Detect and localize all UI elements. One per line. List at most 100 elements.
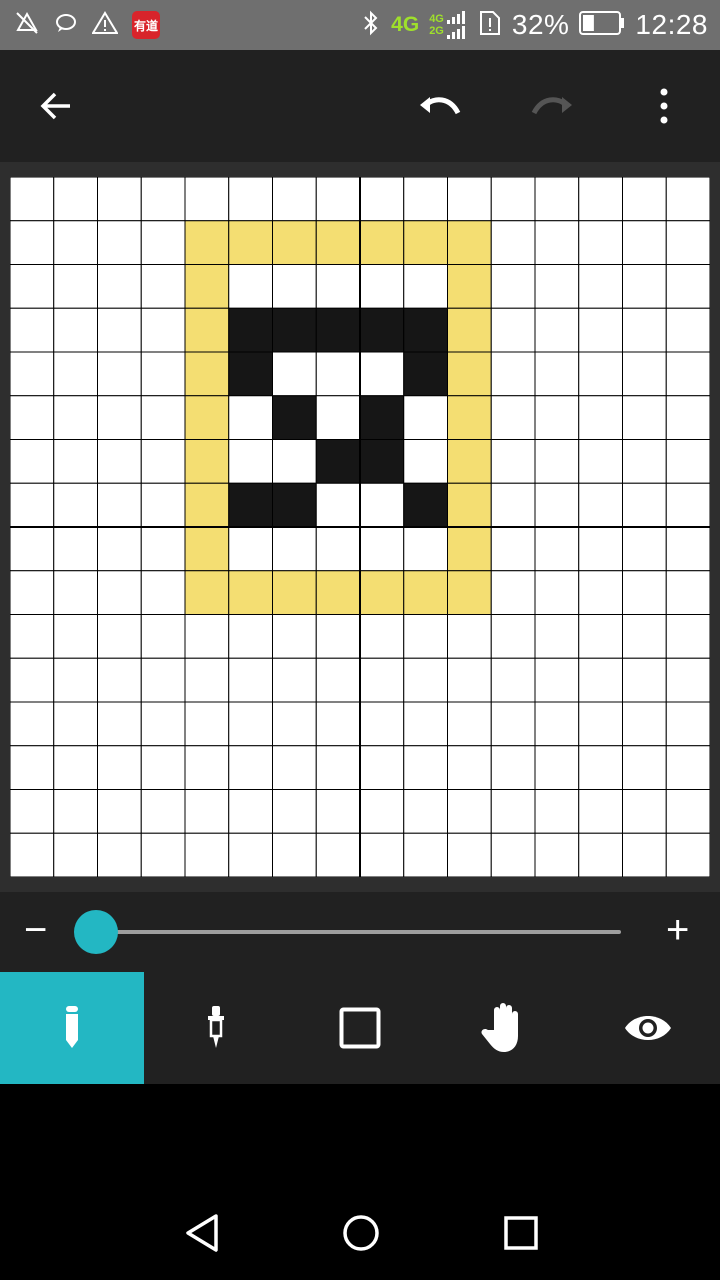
pixel-cell[interactable] [665, 657, 710, 703]
pixel-cell[interactable] [578, 220, 623, 265]
pixel-cell[interactable] [184, 657, 230, 703]
pixel-cell[interactable] [665, 395, 710, 440]
pixel-cell[interactable] [665, 307, 710, 353]
tool-pan[interactable] [432, 972, 576, 1084]
pixel-cell[interactable] [359, 789, 405, 834]
pixel-cell[interactable] [315, 439, 361, 484]
pixel-cell[interactable] [665, 177, 710, 222]
pixel-cell[interactable] [315, 614, 361, 659]
pixel-cell[interactable] [228, 745, 273, 790]
pixel-cell[interactable] [184, 526, 230, 572]
pixel-cell[interactable] [272, 614, 317, 659]
pixel-cell[interactable] [272, 570, 317, 615]
pixel-cell[interactable] [490, 307, 536, 353]
pixel-cell[interactable] [359, 614, 405, 659]
pixel-cell[interactable] [665, 220, 710, 265]
pixel-cell[interactable] [272, 439, 317, 484]
nav-home-button[interactable] [331, 1206, 391, 1260]
pixel-cell[interactable] [228, 351, 273, 397]
pixel-cell[interactable] [10, 395, 55, 440]
pixel-cell[interactable] [10, 439, 55, 484]
pixel-cell[interactable] [184, 220, 230, 265]
pixel-cell[interactable] [53, 351, 98, 397]
pixel-cell[interactable] [490, 570, 536, 615]
pixel-cell[interactable] [359, 701, 405, 747]
pixel-cell[interactable] [315, 789, 361, 834]
pixel-cell[interactable] [622, 177, 667, 222]
pixel-cell[interactable] [359, 745, 405, 790]
pixel-cell[interactable] [184, 745, 230, 790]
zoom-in-button[interactable]: + [666, 908, 689, 952]
pixel-cell[interactable] [228, 177, 273, 222]
pixel-cell[interactable] [97, 657, 142, 703]
pixel-cell[interactable] [578, 789, 623, 834]
pixel-cell[interactable] [490, 657, 536, 703]
pixel-cell[interactable] [97, 264, 142, 309]
pixel-cell[interactable] [272, 701, 317, 747]
pixel-cell[interactable] [665, 439, 710, 484]
pixel-cell[interactable] [534, 177, 580, 222]
pixel-cell[interactable] [447, 395, 492, 440]
pixel-cell[interactable] [140, 789, 186, 834]
pixel-cell[interactable] [315, 264, 361, 309]
pixel-cell[interactable] [447, 657, 492, 703]
pixel-cell[interactable] [315, 395, 361, 440]
pixel-cell[interactable] [140, 264, 186, 309]
pixel-cell[interactable] [403, 526, 448, 572]
pixel-cell[interactable] [53, 570, 98, 615]
pixel-cell[interactable] [97, 395, 142, 440]
pixel-cell[interactable] [140, 220, 186, 265]
pixel-cell[interactable] [622, 832, 667, 877]
pixel-cell[interactable] [272, 526, 317, 572]
pixel-cell[interactable] [578, 701, 623, 747]
pixel-cell[interactable] [578, 264, 623, 309]
pixel-cell[interactable] [53, 177, 98, 222]
pixel-cell[interactable] [315, 526, 361, 572]
pixel-cell[interactable] [622, 307, 667, 353]
pixel-cell[interactable] [184, 177, 230, 222]
pixel-cell[interactable] [97, 307, 142, 353]
pixel-cell[interactable] [534, 701, 580, 747]
pixel-cell[interactable] [665, 526, 710, 572]
pixel-cell[interactable] [534, 307, 580, 353]
pixel-cell[interactable] [140, 614, 186, 659]
pixel-cell[interactable] [622, 701, 667, 747]
pixel-cell[interactable] [10, 220, 55, 265]
pixel-cell[interactable] [315, 177, 361, 222]
pixel-cell[interactable] [228, 614, 273, 659]
pixel-cell[interactable] [315, 701, 361, 747]
pixel-cell[interactable] [665, 789, 710, 834]
pixel-cell[interactable] [228, 832, 273, 877]
tool-preview[interactable] [576, 972, 720, 1084]
pixel-cell[interactable] [359, 220, 405, 265]
pixel-cell[interactable] [403, 657, 448, 703]
pixel-cell[interactable] [140, 526, 186, 572]
pixel-cell[interactable] [10, 657, 55, 703]
pixel-cell[interactable] [403, 701, 448, 747]
pixel-cell[interactable] [534, 832, 580, 877]
pixel-cell[interactable] [359, 832, 405, 877]
pixel-cell[interactable] [490, 264, 536, 309]
pixel-cell[interactable] [447, 570, 492, 615]
pixel-cell[interactable] [578, 482, 623, 528]
pixel-cell[interactable] [53, 220, 98, 265]
pixel-cell[interactable] [272, 395, 317, 440]
pixel-cell[interactable] [622, 220, 667, 265]
pixel-cell[interactable] [447, 220, 492, 265]
pixel-cell[interactable] [97, 570, 142, 615]
pixel-cell[interactable] [10, 832, 55, 877]
pixel-cell[interactable] [228, 482, 273, 528]
pixel-cell[interactable] [97, 832, 142, 877]
pixel-cell[interactable] [665, 351, 710, 397]
pixel-cell[interactable] [490, 177, 536, 222]
pixel-cell[interactable] [53, 701, 98, 747]
pixel-cell[interactable] [184, 832, 230, 877]
pixel-cell[interactable] [228, 395, 273, 440]
pixel-cell[interactable] [315, 832, 361, 877]
pixel-cell[interactable] [359, 657, 405, 703]
pixel-cell[interactable] [490, 439, 536, 484]
pixel-cell[interactable] [53, 526, 98, 572]
pixel-cell[interactable] [490, 482, 536, 528]
pixel-cell[interactable] [534, 439, 580, 484]
pixel-cell[interactable] [228, 701, 273, 747]
